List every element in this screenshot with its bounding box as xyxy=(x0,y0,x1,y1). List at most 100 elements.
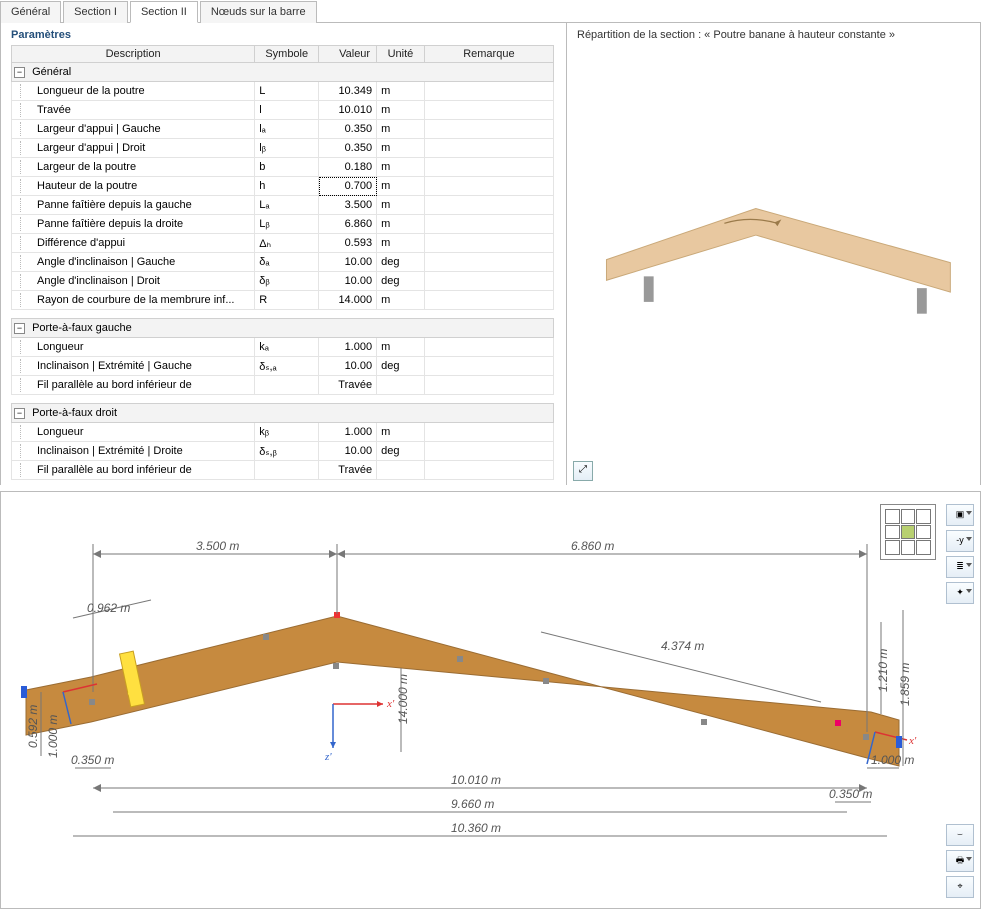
svg-text:1.859 m: 1.859 m xyxy=(898,663,912,706)
param-remark xyxy=(424,291,553,310)
param-value[interactable]: 0.350 xyxy=(319,139,377,158)
param-value[interactable]: 14.000 xyxy=(319,291,377,310)
param-value[interactable]: 3.500 xyxy=(319,196,377,215)
param-desc: Angle d'inclinaison | Gauche xyxy=(37,256,175,268)
param-desc: Largeur de la poutre xyxy=(37,161,136,173)
parameters-grid[interactable]: Description Symbole Valeur Unité Remarqu… xyxy=(11,45,554,485)
layers-icon[interactable]: ≣ xyxy=(946,556,974,578)
param-symbol: lᵦ xyxy=(255,139,319,158)
param-row[interactable]: Largeur d'appui | Droitlᵦ0.350m xyxy=(12,139,554,158)
drawing-svg: 3.500 m 6.860 m 0.962 m 4.374 m 0.700 m … xyxy=(1,492,931,908)
param-row[interactable]: Panne faîtière depuis la droiteLᵦ6.860m xyxy=(12,215,554,234)
group-row[interactable]: − Général xyxy=(12,63,554,82)
param-row[interactable]: Fil parallèle au bord inférieur deTravée xyxy=(12,376,554,395)
preview-expand-button[interactable]: ⤢ xyxy=(573,461,593,481)
param-remark xyxy=(424,158,553,177)
param-value[interactable]: 10.349 xyxy=(319,82,377,101)
param-row[interactable]: Inclinaison | Extrémité | Gaucheδₛ,ₐ10.0… xyxy=(12,357,554,376)
param-value[interactable]: Travée xyxy=(319,461,377,480)
param-value[interactable]: 0.593 xyxy=(319,234,377,253)
param-unit: deg xyxy=(377,357,425,376)
param-row[interactable]: Panne faîtière depuis la gaucheLₐ3.500m xyxy=(12,196,554,215)
param-value[interactable]: 10.00 xyxy=(319,442,377,461)
param-desc: Largeur d'appui | Gauche xyxy=(37,123,161,135)
output-toolbar: ⌣ 🖶 ⌖ xyxy=(946,824,974,898)
param-row[interactable]: Largeur de la poutreb0.180m xyxy=(12,158,554,177)
collapse-icon[interactable]: − xyxy=(14,408,25,419)
param-row[interactable]: Largeur d'appui | Gauchelₐ0.350m xyxy=(12,120,554,139)
param-value[interactable]: 10.010 xyxy=(319,101,377,120)
param-row[interactable]: Longueur de la poutreL10.349m xyxy=(12,82,554,101)
param-row[interactable]: Longueurkᵦ1.000m xyxy=(12,423,554,442)
param-value[interactable]: Travée xyxy=(319,376,377,395)
col-description[interactable]: Description xyxy=(12,46,255,63)
param-unit: m xyxy=(377,423,425,442)
param-unit: deg xyxy=(377,253,425,272)
svg-text:0.700 m: 0.700 m xyxy=(127,663,138,696)
param-symbol: Δₕ xyxy=(255,234,319,253)
preview-area[interactable] xyxy=(577,45,970,435)
param-symbol: kₐ xyxy=(255,338,319,357)
tab-section1[interactable]: Section I xyxy=(63,1,128,23)
param-desc: Hauteur de la poutre xyxy=(37,180,137,192)
group-row[interactable]: − Porte-à-faux droit xyxy=(12,404,554,423)
view-minimap[interactable] xyxy=(880,504,936,560)
param-remark xyxy=(424,272,553,291)
view-3d-icon[interactable]: ▣ xyxy=(946,504,974,526)
snap-icon[interactable]: ⌖ xyxy=(946,876,974,898)
param-value[interactable]: 10.00 xyxy=(319,357,377,376)
param-unit xyxy=(377,376,425,395)
parameters-panel: Paramètres Description Symbole Valeur Un… xyxy=(1,23,567,485)
view-toolbar: ▣ -y ≣ ✦ xyxy=(946,504,974,604)
col-unit[interactable]: Unité xyxy=(377,46,425,63)
col-remark[interactable]: Remarque xyxy=(424,46,553,63)
axis-y-icon[interactable]: -y xyxy=(946,530,974,552)
param-value[interactable]: 0.180 xyxy=(319,158,377,177)
param-row[interactable]: Angle d'inclinaison | Droitδᵦ10.00deg xyxy=(12,272,554,291)
param-value[interactable]: 6.860 xyxy=(319,215,377,234)
param-symbol: δᵦ xyxy=(255,272,319,291)
param-desc: Inclinaison | Extrémité | Droite xyxy=(37,445,183,457)
param-value[interactable]: 1.000 xyxy=(319,423,377,442)
param-row[interactable]: Rayon de courbure de la membrure inf...R… xyxy=(12,291,554,310)
tab-general[interactable]: Général xyxy=(0,1,61,23)
param-symbol: kᵦ xyxy=(255,423,319,442)
param-row[interactable]: Longueurkₐ1.000m xyxy=(12,338,554,357)
param-remark xyxy=(424,442,553,461)
param-value[interactable]: 1.000 xyxy=(319,338,377,357)
svg-text:10.360 m: 10.360 m xyxy=(451,821,501,835)
collapse-icon[interactable]: − xyxy=(14,67,25,78)
param-value[interactable]: 0.350 xyxy=(319,120,377,139)
param-value[interactable]: 10.00 xyxy=(319,272,377,291)
param-row[interactable]: Hauteur de la poutreh0.700m xyxy=(12,177,554,196)
parameters-title: Paramètres xyxy=(1,23,566,45)
param-row[interactable]: Différence d'appuiΔₕ0.593m xyxy=(12,234,554,253)
param-row[interactable]: Angle d'inclinaison | Gaucheδₐ10.00deg xyxy=(12,253,554,272)
group-row[interactable]: − Porte-à-faux gauche xyxy=(12,319,554,338)
param-desc: Longueur xyxy=(37,341,84,353)
axes-icon[interactable]: ✦ xyxy=(946,582,974,604)
svg-text:10.010 m: 10.010 m xyxy=(451,773,501,787)
preview-panel: Répartition de la section : « Poutre ban… xyxy=(567,23,980,485)
collapse-icon[interactable]: − xyxy=(14,323,25,334)
tab-nodes[interactable]: Nœuds sur la barre xyxy=(200,1,317,23)
param-value[interactable]: 0.700 xyxy=(319,177,377,196)
param-remark xyxy=(424,82,553,101)
print-icon[interactable]: 🖶 xyxy=(946,850,974,872)
param-remark xyxy=(424,120,553,139)
col-symbol[interactable]: Symbole xyxy=(255,46,319,63)
param-symbol: h xyxy=(255,177,319,196)
svg-text:14.000 m: 14.000 m xyxy=(396,674,410,724)
param-remark xyxy=(424,423,553,442)
svg-text:1.000 m: 1.000 m xyxy=(46,715,60,758)
param-row[interactable]: Inclinaison | Extrémité | Droiteδₛ,ᵦ10.0… xyxy=(12,442,554,461)
tab-section2[interactable]: Section II xyxy=(130,1,198,23)
param-remark xyxy=(424,461,553,480)
param-symbol: δₛ,ₐ xyxy=(255,357,319,376)
param-row[interactable]: Travéel10.010m xyxy=(12,101,554,120)
param-row[interactable]: Fil parallèle au bord inférieur deTravée xyxy=(12,461,554,480)
param-value[interactable]: 10.00 xyxy=(319,253,377,272)
col-value[interactable]: Valeur xyxy=(319,46,377,63)
curve-icon[interactable]: ⌣ xyxy=(946,824,974,846)
drawing-canvas[interactable]: ▣ -y ≣ ✦ ⌣ 🖶 ⌖ xyxy=(0,491,981,909)
